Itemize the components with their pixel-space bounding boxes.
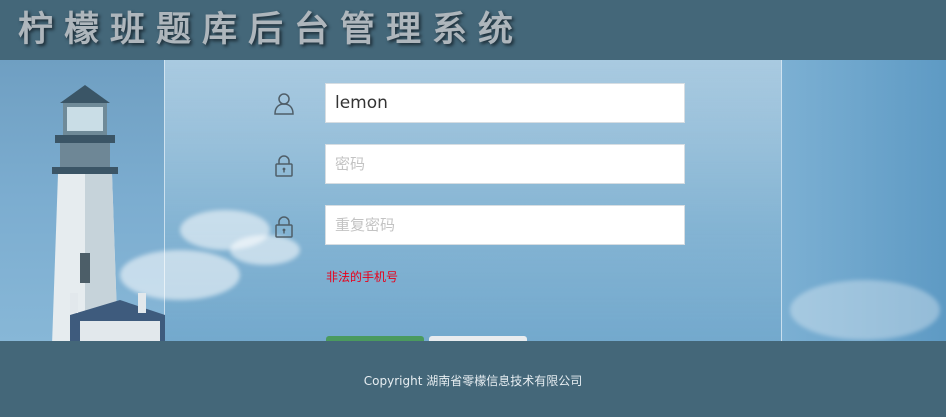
login-hero: 非法的手机号: [0, 60, 946, 341]
error-message: 非法的手机号: [326, 270, 399, 284]
confirm-password-input[interactable]: [325, 205, 685, 245]
app-footer: Copyright 湖南省零檬信息技术有限公司: [0, 341, 946, 417]
username-input[interactable]: [325, 83, 685, 123]
user-icon: [274, 93, 294, 115]
cloud-decoration: [230, 235, 300, 265]
app-title: 柠檬班题库后台管理系统: [18, 10, 525, 50]
password-input[interactable]: [325, 144, 685, 184]
cloud-decoration: [790, 280, 940, 340]
lighthouse-image: [52, 85, 165, 341]
lock-icon: [275, 216, 293, 238]
app-header: 柠檬班题库后台管理系统: [0, 0, 946, 60]
lock-icon: [275, 155, 293, 177]
copyright-text: Copyright 湖南省零檬信息技术有限公司: [363, 374, 583, 388]
